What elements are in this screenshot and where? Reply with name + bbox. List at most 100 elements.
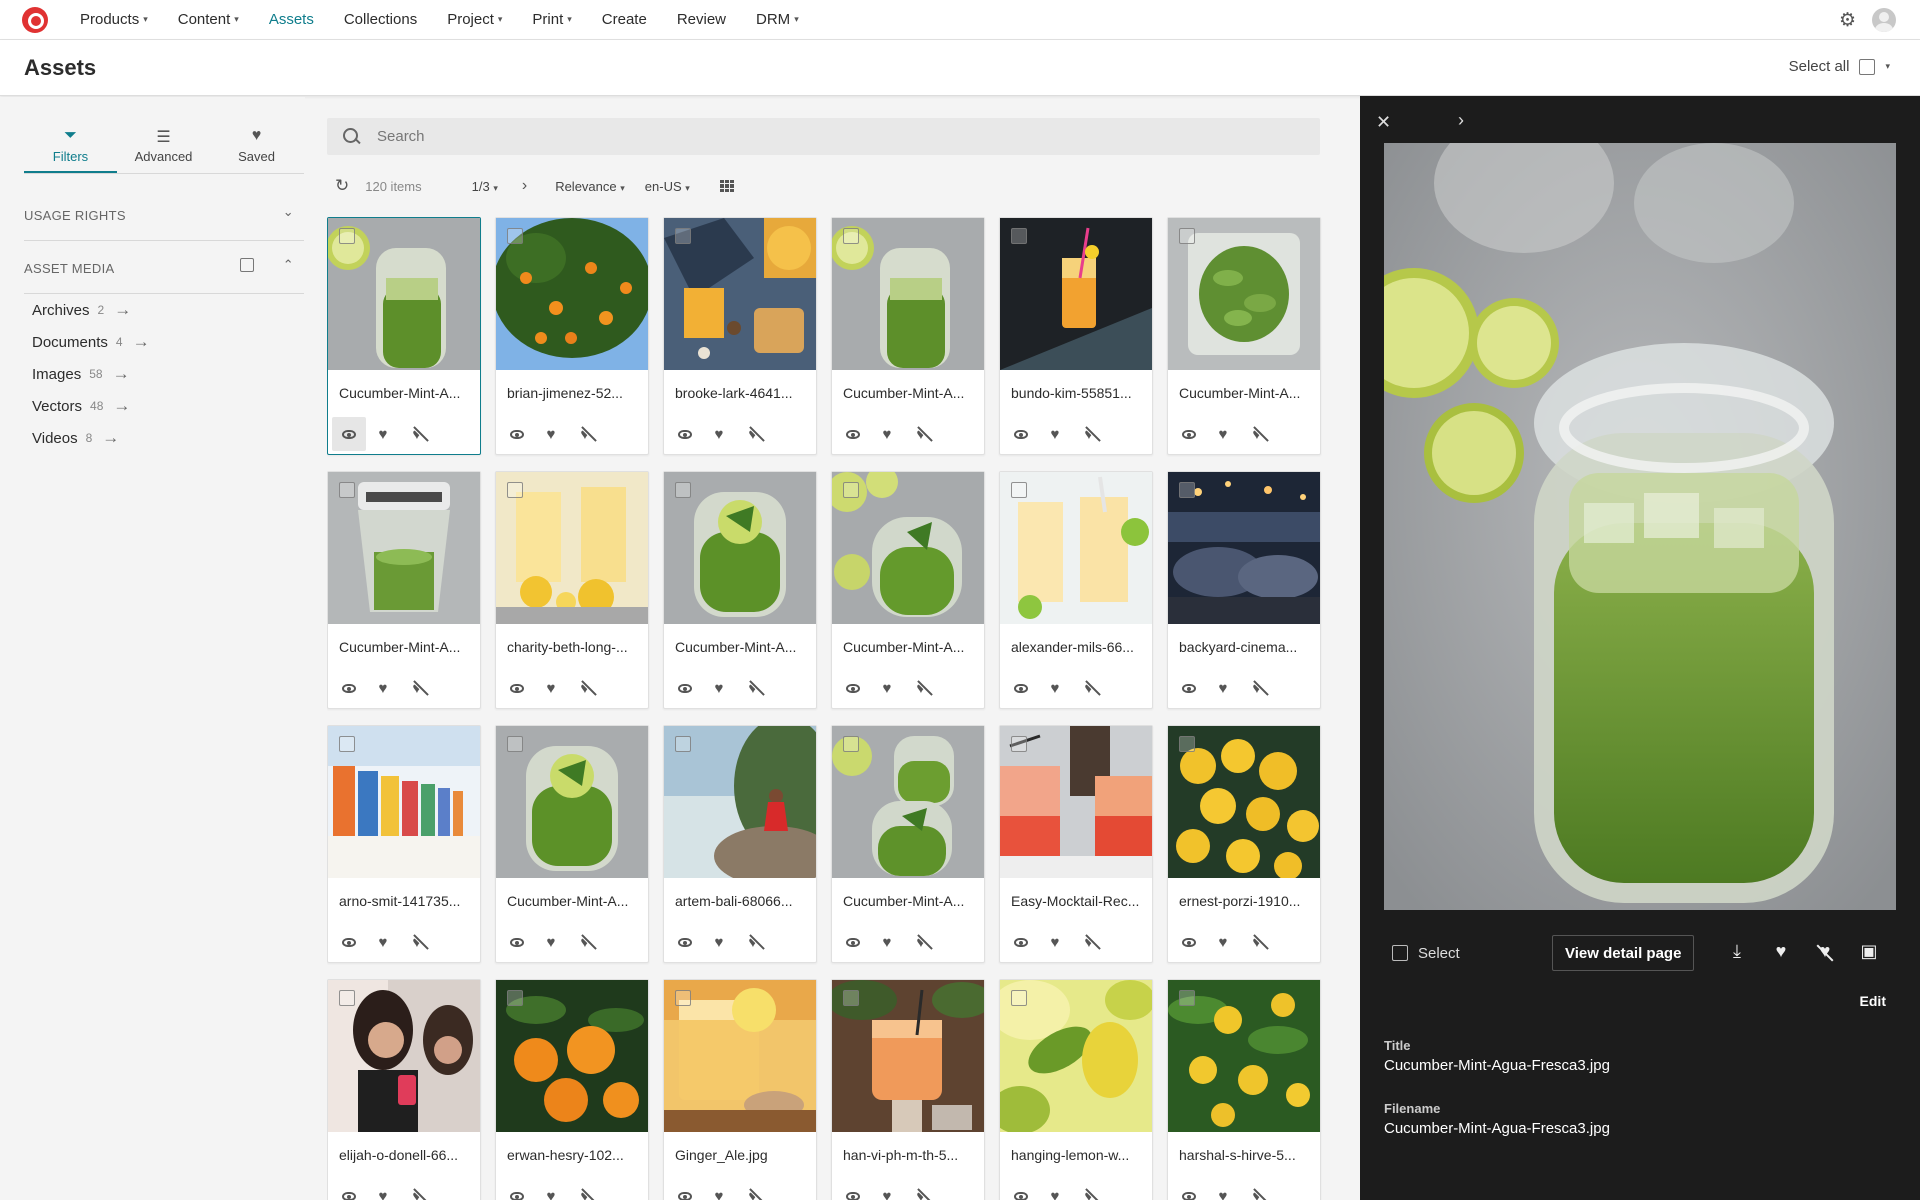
unfavorite-icon[interactable]: ♥ — [736, 417, 770, 451]
favorite-heart-icon[interactable]: ♥ — [534, 671, 568, 705]
media-item-images[interactable]: Images 58 → — [32, 364, 130, 384]
chevron-right-icon[interactable]: › — [1458, 110, 1464, 131]
asset-select-checkbox[interactable] — [1011, 228, 1027, 244]
preview-eye-icon[interactable] — [1172, 671, 1206, 705]
settings-gear-icon[interactable]: ⚙ — [1839, 9, 1856, 32]
view-detail-page-button[interactable]: View detail page — [1552, 935, 1695, 971]
favorite-heart-icon[interactable]: ♥ — [1038, 1179, 1072, 1200]
asset-select-checkbox[interactable] — [675, 228, 691, 244]
unfavorite-icon[interactable]: ♥ — [568, 925, 602, 959]
unfavorite-icon[interactable]: ♥ — [904, 1179, 938, 1200]
asset-select-checkbox[interactable] — [507, 736, 523, 752]
asset-select-checkbox[interactable] — [1011, 990, 1027, 1006]
facet-asset-media[interactable]: ASSET MEDIA ⌃ — [24, 242, 304, 294]
tab-saved[interactable]: ♥ Saved — [210, 125, 303, 173]
nav-item-products[interactable]: Products ▾ — [80, 11, 148, 28]
asset-card[interactable]: Cucumber-Mint-A... ♥ ♥ — [495, 725, 649, 963]
preview-eye-icon[interactable] — [836, 925, 870, 959]
preview-eye-icon[interactable] — [332, 671, 366, 705]
unfavorite-icon[interactable]: ♥ — [736, 1179, 770, 1200]
asset-thumbnail[interactable] — [328, 980, 480, 1132]
asset-thumbnail[interactable] — [1168, 472, 1320, 624]
asset-select-checkbox[interactable] — [1179, 228, 1195, 244]
asset-card[interactable]: Cucumber-Mint-A... ♥ ♥ — [1167, 217, 1321, 455]
asset-thumbnail[interactable] — [1000, 218, 1152, 370]
search-input[interactable] — [377, 128, 1277, 145]
asset-card[interactable]: erwan-hesry-102... ♥ ♥ — [495, 979, 649, 1200]
asset-select-checkbox[interactable] — [675, 482, 691, 498]
arrow-right-icon[interactable]: → — [133, 332, 150, 352]
preview-eye-icon[interactable] — [332, 925, 366, 959]
grid-view-icon[interactable] — [719, 180, 734, 192]
asset-thumbnail[interactable] — [664, 218, 816, 370]
asset-thumbnail[interactable] — [1000, 472, 1152, 624]
asset-select-checkbox[interactable] — [339, 736, 355, 752]
asset-select-checkbox[interactable] — [843, 482, 859, 498]
asset-thumbnail[interactable] — [496, 218, 648, 370]
asset-thumbnail[interactable] — [1168, 980, 1320, 1132]
asset-select-checkbox[interactable] — [1179, 736, 1195, 752]
user-avatar-icon[interactable] — [1872, 8, 1896, 32]
select-all-control[interactable]: Select all ▾ — [1789, 58, 1890, 75]
locale-dropdown[interactable]: en-US ▾ — [645, 179, 690, 194]
favorite-heart-icon[interactable]: ♥ — [702, 1179, 736, 1200]
download-icon[interactable]: ⤓ — [1726, 941, 1748, 962]
asset-select-checkbox[interactable] — [507, 482, 523, 498]
asset-select-checkbox[interactable] — [843, 736, 859, 752]
unfavorite-icon[interactable]: ♥ — [400, 925, 434, 959]
edit-button[interactable]: Edit — [1860, 993, 1886, 1009]
favorite-heart-icon[interactable]: ♥ — [1038, 925, 1072, 959]
preview-eye-icon[interactable] — [1004, 417, 1038, 451]
asset-card[interactable]: elijah-o-donell-66... ♥ ♥ — [327, 979, 481, 1200]
asset-thumbnail[interactable] — [832, 218, 984, 370]
asset-thumbnail[interactable] — [832, 726, 984, 878]
asset-card[interactable]: Cucumber-Mint-A... ♥ ♥ — [663, 471, 817, 709]
brand-logo-icon[interactable] — [22, 6, 48, 33]
asset-select-checkbox[interactable] — [1179, 482, 1195, 498]
arrow-right-icon[interactable]: → — [102, 428, 119, 448]
preview-eye-icon[interactable] — [836, 417, 870, 451]
preview-eye-icon[interactable] — [668, 1179, 702, 1200]
asset-card[interactable]: Cucumber-Mint-A... ♥ ♥ — [831, 725, 985, 963]
favorite-heart-icon[interactable]: ♥ — [702, 925, 736, 959]
favorite-heart-icon[interactable]: ♥ — [366, 1179, 400, 1200]
preview-eye-icon[interactable] — [500, 925, 534, 959]
preview-eye-icon[interactable] — [500, 671, 534, 705]
preview-eye-icon[interactable] — [332, 1179, 366, 1200]
chevron-up-icon[interactable]: ⌃ — [283, 257, 294, 273]
preview-eye-icon[interactable] — [500, 417, 534, 451]
favorite-heart-icon[interactable]: ♥ — [534, 417, 568, 451]
preview-eye-icon[interactable] — [668, 417, 702, 451]
asset-select-checkbox[interactable] — [675, 990, 691, 1006]
asset-card[interactable]: arno-smit-141735... ♥ ♥ — [327, 725, 481, 963]
media-item-archives[interactable]: Archives 2 → — [32, 300, 131, 320]
asset-thumbnail[interactable] — [328, 472, 480, 624]
asset-thumbnail[interactable] — [832, 472, 984, 624]
preview-eye-icon[interactable] — [668, 671, 702, 705]
unfavorite-icon[interactable]: ♥ — [1072, 1179, 1106, 1200]
unfavorite-icon[interactable]: ♥ — [904, 671, 938, 705]
next-page-icon[interactable]: › — [522, 177, 527, 195]
asset-thumbnail[interactable] — [1168, 218, 1320, 370]
unfavorite-icon[interactable]: ♥ — [1240, 925, 1274, 959]
favorite-heart-icon[interactable]: ♥ — [870, 417, 904, 451]
asset-select-checkbox[interactable] — [339, 228, 355, 244]
unfavorite-icon[interactable]: ♥ — [1072, 925, 1106, 959]
preview-eye-icon[interactable] — [668, 925, 702, 959]
nav-item-collections[interactable]: Collections — [344, 11, 417, 28]
asset-card[interactable]: Cucumber-Mint-A... ♥ ♥ — [831, 217, 985, 455]
close-icon[interactable]: ✕ — [1376, 112, 1391, 133]
asset-thumbnail[interactable] — [1000, 980, 1152, 1132]
tab-filters[interactable]: ⏷ Filters — [24, 125, 117, 173]
asset-thumbnail[interactable] — [1000, 726, 1152, 878]
asset-thumbnail[interactable] — [496, 726, 648, 878]
asset-card[interactable]: Cucumber-Mint-A... ♥ ♥ — [327, 471, 481, 709]
preview-eye-icon[interactable] — [836, 671, 870, 705]
asset-card[interactable]: Easy-Mocktail-Rec... ♥ ♥ — [999, 725, 1153, 963]
asset-card[interactable]: hanging-lemon-w... ♥ ♥ — [999, 979, 1153, 1200]
asset-card[interactable]: Cucumber-Mint-A... ♥ ♥ — [831, 471, 985, 709]
select-all-checkbox[interactable] — [1859, 58, 1876, 75]
favorite-heart-icon[interactable]: ♥ — [1206, 1179, 1240, 1200]
preview-eye-icon[interactable] — [1172, 1179, 1206, 1200]
preview-eye-icon[interactable] — [1172, 417, 1206, 451]
